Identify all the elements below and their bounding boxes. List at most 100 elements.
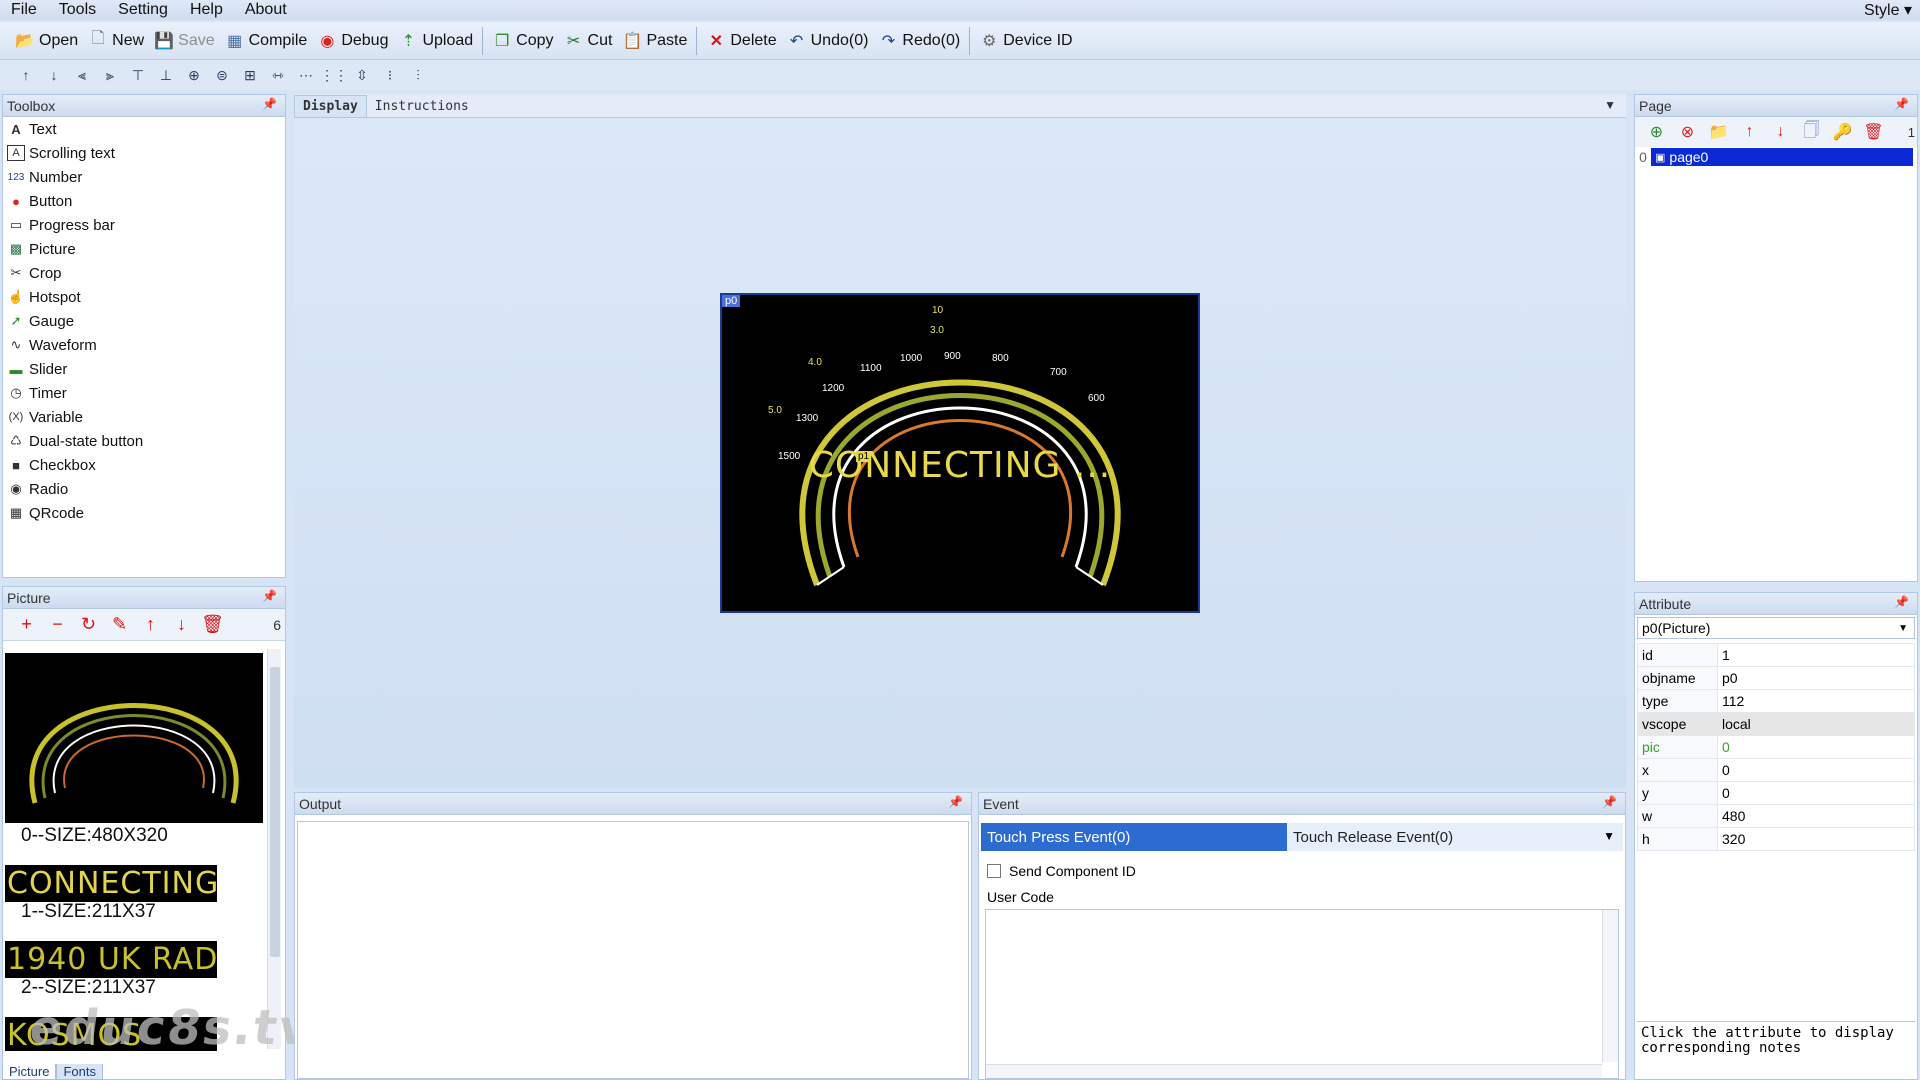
toolbox-item-checkbox[interactable]: ■ Checkbox — [3, 453, 285, 477]
open-button[interactable]: 📂 Open — [10, 26, 83, 56]
device-id-button[interactable]: ⚙ Device ID — [974, 26, 1077, 56]
picture-list-scrollbar[interactable] — [267, 649, 281, 1049]
same-height-icon[interactable]: ⇳ — [348, 63, 376, 87]
output-textarea[interactable] — [297, 821, 969, 1079]
picture-thumbnail-1[interactable]: CONNECTING ... — [5, 865, 217, 902]
delete-button[interactable]: ✕ Delete — [701, 26, 781, 56]
align-right-icon[interactable]: ⫸ — [96, 63, 124, 87]
menu-setting[interactable]: Setting — [107, 1, 179, 19]
attribute-row[interactable]: id 1 — [1637, 643, 1915, 667]
toolbox-item-waveform[interactable]: ∿ Waveform — [3, 333, 285, 357]
edit-picture-icon[interactable]: ✎ — [104, 613, 135, 637]
toolbox-item-hotspot[interactable]: ☝ Hotspot — [3, 285, 285, 309]
toolbox-item-crop[interactable]: ✂ Crop — [3, 261, 285, 285]
bring-up-icon[interactable]: ↑ — [12, 63, 40, 87]
attribute-value[interactable]: 0 — [1717, 781, 1915, 805]
attribute-row[interactable]: x0 — [1637, 758, 1915, 782]
menu-help[interactable]: Help — [179, 1, 234, 19]
distribute-h-icon[interactable]: ⋯ — [292, 63, 320, 87]
move-down-icon[interactable]: ↓ — [166, 613, 197, 637]
compile-button[interactable]: ▦ Compile — [220, 26, 313, 56]
spacing-h-icon[interactable]: ⋮⋮ — [320, 63, 348, 87]
pin-icon[interactable]: 📌 — [1894, 97, 1909, 111]
toolbox-item-timer[interactable]: ◷ Timer — [3, 381, 285, 405]
page-item-page0[interactable]: ▣ page0 — [1651, 148, 1913, 166]
tab-instructions[interactable]: Instructions — [367, 95, 477, 117]
replace-picture-icon[interactable]: ↻ — [73, 613, 104, 637]
attribute-value[interactable]: 1 — [1717, 643, 1915, 667]
attribute-row[interactable]: objname p0 — [1637, 666, 1915, 690]
copy-button[interactable]: ❐ Copy — [487, 26, 558, 56]
undo-button[interactable]: ↶ Undo(0) — [782, 26, 874, 56]
attribute-value[interactable]: 112 — [1717, 689, 1915, 713]
attribute-row[interactable]: h 320 — [1637, 827, 1915, 851]
toolbox-item-button[interactable]: ● Button — [3, 189, 285, 213]
scrollbar-thumb[interactable] — [270, 667, 280, 957]
add-picture-icon[interactable]: + — [11, 613, 42, 637]
toolbox-item-number[interactable]: 123 Number — [3, 165, 285, 189]
picture-thumbnail-0[interactable] — [5, 653, 263, 823]
pin-icon[interactable]: 📌 — [1894, 595, 1909, 609]
attribute-value[interactable]: local — [1717, 712, 1915, 736]
remove-page-icon[interactable]: ⊗ — [1672, 120, 1703, 144]
attribute-row[interactable]: y0 — [1637, 781, 1915, 805]
style-menu[interactable]: Style ▾ — [1864, 0, 1912, 20]
debug-button[interactable]: ◉ Debug — [312, 26, 393, 56]
attribute-row[interactable]: w 480 — [1637, 804, 1915, 828]
toolbox-item-scrolling-text[interactable]: A Scrolling text — [3, 141, 285, 165]
move-up-icon[interactable]: ↑ — [1734, 120, 1765, 144]
center-horizontal-icon[interactable]: ⊕ — [180, 63, 208, 87]
attribute-value[interactable]: 320 — [1717, 827, 1915, 851]
copy-page-icon[interactable]: 🗍 — [1796, 120, 1827, 144]
move-up-icon[interactable]: ↑ — [135, 613, 166, 637]
picture-thumbnail-2[interactable]: 1940 UK RADIO — [5, 941, 217, 978]
pin-icon[interactable]: 📌 — [262, 97, 277, 111]
send-down-icon[interactable]: ↓ — [40, 63, 68, 87]
align-top-icon[interactable]: ⊤ — [124, 63, 152, 87]
toolbox-item-text[interactable]: A Text — [3, 117, 285, 141]
user-code-editor[interactable] — [985, 909, 1619, 1079]
save-button[interactable]: 💾 Save — [149, 26, 219, 56]
toolbox-item-dual-state-button[interactable]: ♺ Dual-state button — [3, 429, 285, 453]
pin-icon[interactable]: 📌 — [1602, 795, 1617, 809]
import-page-icon[interactable]: 📁 — [1703, 120, 1734, 144]
attribute-row[interactable]: vscope local — [1637, 712, 1915, 736]
new-button[interactable]: 🗋 New — [83, 26, 149, 56]
delete-all-icon[interactable]: 🗑 — [197, 613, 228, 637]
cut-button[interactable]: ✂ Cut — [559, 26, 618, 56]
chevron-down-icon[interactable]: ▼ — [1603, 829, 1615, 843]
tab-picture[interactable]: Picture — [2, 1064, 57, 1080]
lock-page-icon[interactable]: 🔑 — [1827, 120, 1858, 144]
send-component-id-checkbox[interactable] — [987, 864, 1001, 878]
toolbox-item-variable[interactable]: (X) Variable — [3, 405, 285, 429]
send-component-id-row[interactable]: Send Component ID — [987, 863, 1136, 879]
remove-picture-icon[interactable]: − — [42, 613, 73, 637]
align-bottom-icon[interactable]: ⊥ — [152, 63, 180, 87]
pin-icon[interactable]: 📌 — [262, 589, 277, 603]
toolbox-item-slider[interactable]: ▬ Slider — [3, 357, 285, 381]
toolbox-item-radio[interactable]: ◉ Radio — [3, 477, 285, 501]
menu-about[interactable]: About — [234, 1, 298, 19]
code-horizontal-scrollbar[interactable] — [986, 1064, 1602, 1078]
attribute-row[interactable]: type 112 — [1637, 689, 1915, 713]
toolbox-item-gauge[interactable]: ➚ Gauge — [3, 309, 285, 333]
move-down-icon[interactable]: ↓ — [1765, 120, 1796, 144]
same-width-icon[interactable]: ⇿ — [264, 63, 292, 87]
tab-touch-release-event[interactable]: Touch Release Event(0) — [1287, 823, 1623, 851]
distribute-v-icon[interactable]: ⁝ — [376, 63, 404, 87]
pin-icon[interactable]: 📌 — [948, 795, 963, 809]
toolbox-item-qrcode[interactable]: ▦ QRcode — [3, 501, 285, 525]
page-row[interactable]: 0 ▣ page0 — [1635, 147, 1917, 167]
component-select[interactable]: p0(Picture) ▼ — [1637, 617, 1915, 639]
toolbox-item-progress-bar[interactable]: ▭ Progress bar — [3, 213, 285, 237]
center-vertical-icon[interactable]: ⊜ — [208, 63, 236, 87]
menu-tools[interactable]: Tools — [48, 1, 107, 19]
chevron-down-icon[interactable]: ▼ — [1604, 98, 1616, 112]
attribute-value[interactable]: 0 — [1717, 758, 1915, 782]
upload-button[interactable]: ⇡ Upload — [393, 26, 478, 56]
toolbox-item-picture[interactable]: ▩ Picture — [3, 237, 285, 261]
spacing-v-icon[interactable]: ⫶ — [404, 63, 432, 87]
attribute-row[interactable]: pic 0 — [1637, 735, 1915, 759]
tab-fonts[interactable]: Fonts — [56, 1064, 103, 1080]
paste-button[interactable]: 📋 Paste — [617, 26, 692, 56]
